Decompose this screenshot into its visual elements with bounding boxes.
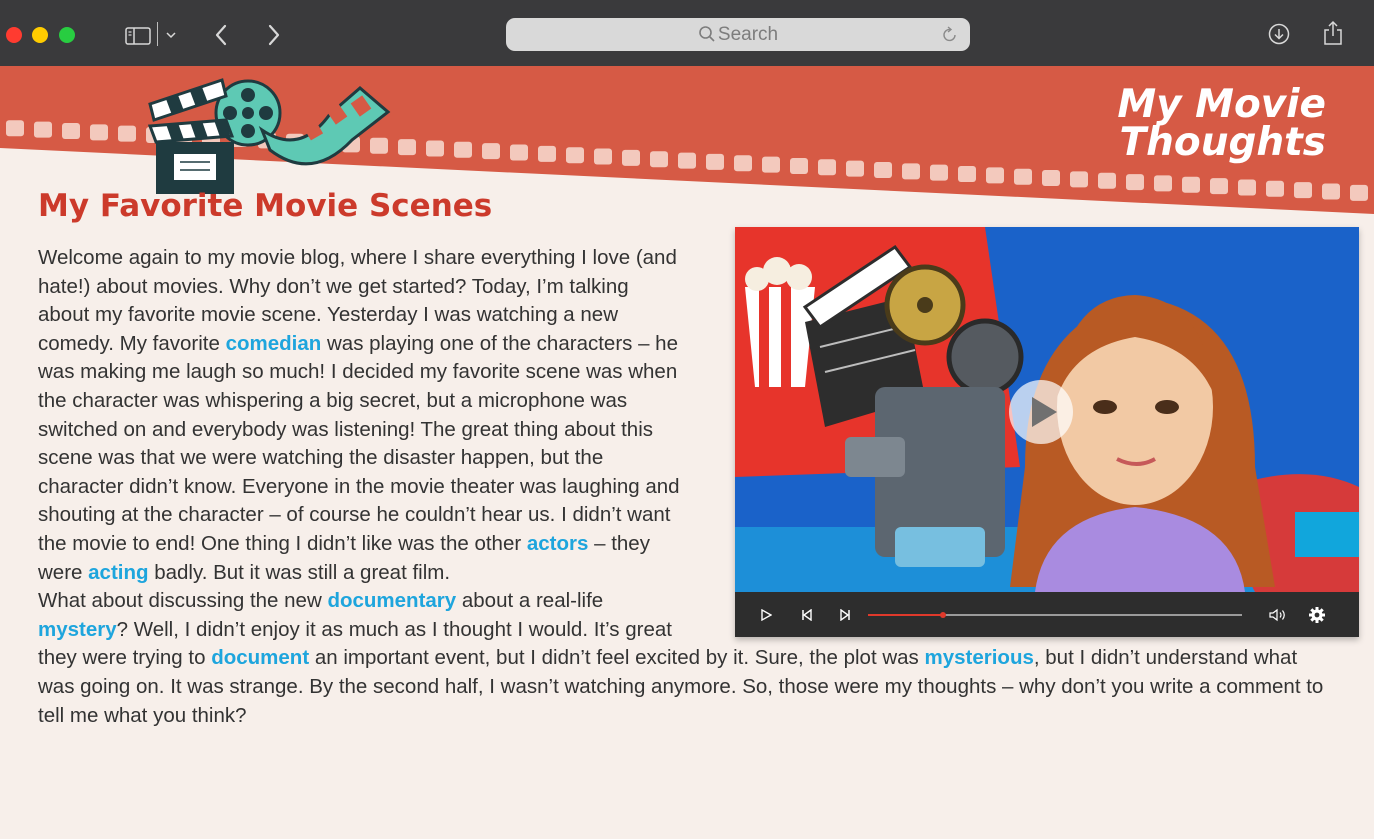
site-title-line-2: Thoughts — [1119, 120, 1326, 165]
download-icon[interactable] — [1268, 23, 1290, 45]
film-hole — [930, 164, 948, 181]
film-hole — [958, 166, 976, 183]
video-float-spacer — [683, 226, 1338, 626]
film-hole — [118, 125, 136, 142]
film-hole — [1350, 184, 1368, 201]
search-icon — [699, 26, 715, 42]
minimize-window-button[interactable] — [32, 27, 48, 43]
film-hole — [370, 137, 388, 154]
film-hole — [1266, 180, 1284, 197]
film-hole — [902, 163, 920, 180]
film-hole — [1042, 170, 1060, 187]
film-hole — [1238, 179, 1256, 196]
film-hole — [1014, 168, 1032, 185]
article-body: Welcome again to my movie blog, where I … — [38, 244, 1338, 730]
film-hole — [818, 159, 836, 176]
film-hole — [398, 139, 416, 156]
search-placeholder-text: Search — [717, 24, 779, 45]
keyword-link[interactable]: documentary — [327, 589, 456, 612]
film-hole — [846, 160, 864, 177]
film-hole — [566, 147, 584, 164]
article-text: What about discussing the new — [38, 589, 328, 613]
search-bar[interactable]: Search — [506, 18, 970, 51]
film-hole — [1294, 182, 1312, 199]
film-hole — [986, 167, 1004, 184]
film-hole — [1154, 175, 1172, 192]
film-hole — [426, 140, 444, 157]
keyword-link[interactable]: mysterious — [925, 646, 1034, 669]
film-hole — [1182, 176, 1200, 193]
toolbar-divider — [157, 22, 158, 46]
article-text: was playing one of the characters – he w… — [38, 331, 680, 555]
share-icon[interactable] — [1322, 20, 1344, 46]
film-hole — [678, 152, 696, 169]
keyword-link[interactable]: actors — [527, 532, 589, 555]
keyword-link[interactable]: comedian — [226, 332, 322, 355]
film-hole — [90, 124, 108, 141]
film-hole — [1322, 183, 1340, 200]
back-arrow-icon[interactable] — [213, 23, 229, 47]
article-heading: My Favorite Movie Scenes — [38, 188, 493, 224]
sidebar-icon[interactable] — [125, 27, 151, 45]
film-hole — [62, 122, 80, 139]
film-hole — [6, 120, 24, 137]
film-hole — [1098, 172, 1116, 189]
keyword-link[interactable]: mystery — [38, 618, 117, 641]
film-hole — [34, 121, 52, 138]
film-hole — [762, 156, 780, 173]
film-hole — [594, 148, 612, 165]
site-title: My Movie Thoughts — [1026, 82, 1326, 165]
film-hole — [650, 151, 668, 168]
zoom-window-button[interactable] — [59, 27, 75, 43]
film-hole — [706, 153, 724, 170]
film-hole — [538, 145, 556, 162]
article-text: badly. But it was still a great film. — [148, 560, 451, 584]
site-title-line-1: My Movie — [1117, 82, 1326, 127]
search-placeholder: Search — [506, 24, 970, 46]
film-hole — [790, 157, 808, 174]
film-hole — [510, 144, 528, 161]
film-hole — [1070, 171, 1088, 188]
film-hole — [454, 141, 472, 158]
article-text: an important event, but I didn’t feel ex… — [309, 646, 925, 670]
browser-toolbar: Search — [0, 0, 1374, 66]
chevron-down-icon[interactable] — [165, 31, 177, 39]
close-window-button[interactable] — [6, 27, 22, 43]
film-hole — [1210, 178, 1228, 195]
keyword-link[interactable]: document — [211, 646, 309, 669]
film-hole — [482, 143, 500, 160]
article-text: about a real-life — [456, 589, 604, 613]
film-hole — [622, 149, 640, 166]
keyword-link[interactable]: acting — [88, 561, 148, 584]
reload-icon[interactable] — [942, 26, 958, 43]
film-hole — [734, 155, 752, 172]
film-hole — [874, 161, 892, 178]
film-hole — [1126, 174, 1144, 191]
forward-arrow-icon[interactable] — [266, 23, 282, 47]
